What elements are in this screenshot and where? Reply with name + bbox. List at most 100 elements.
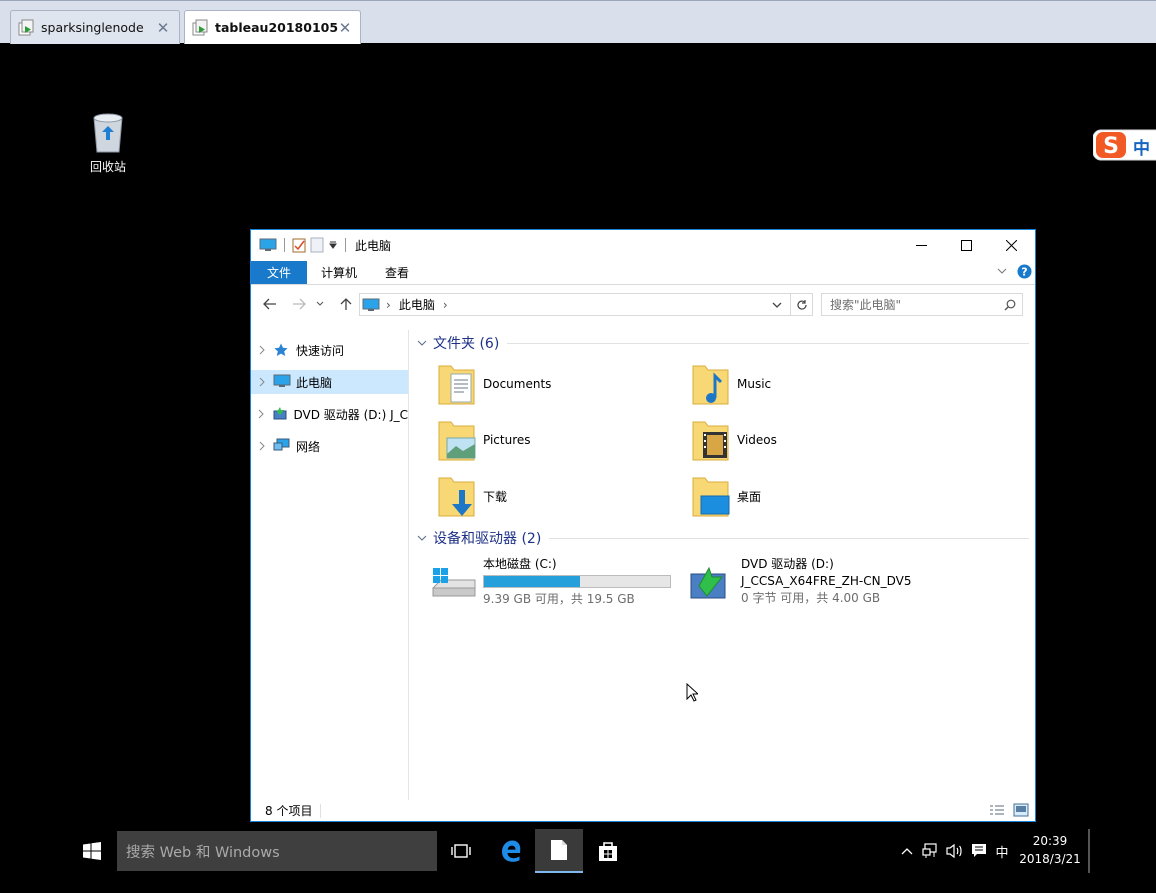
pictures-folder-icon — [437, 418, 477, 462]
chevron-right-icon[interactable] — [251, 441, 273, 451]
sidebar-item-network[interactable]: 网络 — [251, 434, 408, 458]
properties-icon[interactable] — [292, 237, 306, 253]
customize-qat-icon[interactable] — [328, 240, 338, 250]
chevron-down-icon[interactable] — [417, 534, 427, 542]
action-center-icon[interactable] — [968, 829, 990, 873]
item-count: 8 个项目 — [265, 804, 313, 818]
taskbar-file-explorer[interactable] — [535, 829, 583, 873]
folder-videos[interactable]: Videos — [691, 418, 777, 462]
taskbar-edge[interactable] — [487, 829, 535, 873]
sidebar-item-quick-access[interactable]: 快速访问 — [251, 338, 408, 362]
recent-locations-button[interactable] — [313, 293, 327, 315]
minimize-button[interactable] — [899, 230, 944, 260]
show-hidden-icons-button[interactable] — [897, 829, 917, 873]
folder-label: Videos — [737, 433, 777, 447]
breadcrumb-segment[interactable]: 此电脑 — [399, 296, 435, 313]
drive-dvd-d[interactable]: DVD 驱动器 (D:) J_CCSA_X64FRE_ZH-CN_DV5 0 字… — [689, 556, 911, 607]
drive-volume-label: J_CCSA_X64FRE_ZH-CN_DV5 — [741, 574, 912, 588]
network-icon — [273, 438, 291, 454]
chevron-right-icon[interactable] — [251, 409, 272, 419]
folder-label: Music — [737, 377, 772, 391]
expand-ribbon-icon[interactable] — [997, 267, 1007, 275]
forward-button[interactable] — [288, 293, 310, 315]
taskbar-store[interactable] — [584, 829, 632, 873]
divider — [345, 238, 346, 252]
breadcrumb-separator[interactable]: › — [386, 298, 391, 312]
details-view-icon[interactable] — [989, 804, 1005, 817]
group-title: 文件夹 (6) — [433, 336, 500, 352]
back-button[interactable] — [259, 293, 281, 315]
large-icons-view-icon[interactable] — [1013, 803, 1029, 817]
navigation-pane: 快速访问 此电脑 DVD 驱动器 (D:) J_C 网络 — [251, 330, 409, 800]
clock[interactable]: 20:39 2018/3/21 — [1016, 832, 1084, 868]
sidebar-item-label: 快速访问 — [296, 343, 345, 358]
address-bar[interactable]: › 此电脑 › — [359, 293, 813, 316]
chevron-right-icon[interactable] — [251, 345, 273, 355]
mouse-cursor-icon — [686, 683, 698, 702]
drive-usage-fill — [484, 576, 581, 587]
close-button[interactable] — [989, 230, 1034, 260]
address-row: › 此电脑 › 搜索"此电脑" — [251, 286, 1035, 322]
folder-desktop[interactable]: 桌面 — [691, 474, 761, 518]
drive-space: 0 字节 可用，共 4.00 GB — [741, 591, 881, 605]
search-placeholder: 搜索"此电脑" — [830, 298, 902, 312]
music-folder-icon — [691, 362, 731, 406]
breadcrumb-separator[interactable]: › — [443, 298, 448, 312]
drive-local-c[interactable]: 本地磁盘 (C:) 9.39 GB 可用，共 19.5 GB — [431, 556, 671, 608]
close-icon[interactable]: ✕ — [155, 19, 171, 37]
title-bar: 此电脑 — [251, 230, 1035, 260]
search-icon[interactable] — [1004, 299, 1016, 311]
folder-label: 桌面 — [737, 489, 762, 504]
divider — [507, 342, 1029, 344]
vm-icon — [17, 19, 35, 37]
file-explorer-window: 此电脑 文件 计算机 查看 ? › 此电脑 › 搜索"此电脑" 快速访问 此电脑… — [250, 229, 1036, 822]
help-icon[interactable]: ? — [1017, 264, 1032, 279]
drives-group-header[interactable]: 设备和驱动器 (2) — [417, 528, 1029, 548]
vm-tab-sparksinglenode[interactable]: sparksinglenode ✕ — [10, 10, 180, 44]
vm-tab-tableau20180105[interactable]: tableau20180105 ✕ — [184, 10, 361, 44]
recycle-bin-shortcut[interactable]: 回收站 — [80, 110, 136, 175]
volume-icon[interactable] — [944, 829, 966, 873]
folder-documents[interactable]: Documents — [437, 362, 551, 406]
folder-downloads[interactable]: 下载 — [437, 474, 507, 518]
edge-icon — [499, 839, 523, 863]
show-desktop-button[interactable] — [1088, 829, 1090, 873]
folder-label: Pictures — [483, 433, 531, 447]
drive-name: DVD 驱动器 (D:) — [741, 557, 834, 571]
task-view-button[interactable] — [437, 829, 485, 873]
tab-computer[interactable]: 计算机 — [307, 261, 371, 284]
tab-file[interactable]: 文件 — [251, 260, 308, 284]
chevron-down-icon[interactable] — [417, 339, 427, 347]
address-dropdown-icon[interactable] — [772, 301, 782, 309]
local-disk-icon — [431, 564, 477, 604]
sidebar-item-dvd-drive[interactable]: DVD 驱动器 (D:) J_C — [251, 402, 408, 426]
network-tray-icon[interactable] — [920, 829, 942, 873]
search-input[interactable]: 搜索"此电脑" — [821, 293, 1023, 316]
ime-indicator[interactable]: 中 — [992, 829, 1012, 873]
maximize-button[interactable] — [944, 230, 989, 260]
drive-space: 9.39 GB 可用，共 19.5 GB — [483, 592, 635, 606]
close-icon[interactable]: ✕ — [338, 19, 352, 37]
taskbar-search-input[interactable]: 搜索 Web 和 Windows — [117, 831, 437, 871]
folder-pictures[interactable]: Pictures — [437, 418, 531, 462]
vm-tab-label: tableau20180105 — [215, 20, 339, 35]
window-title: 此电脑 — [355, 238, 392, 253]
start-button[interactable] — [68, 829, 116, 873]
taskbar-search-placeholder: 搜索 Web 和 Windows — [126, 844, 280, 861]
folder-music[interactable]: Music — [691, 362, 771, 406]
folder-label: 下载 — [483, 489, 508, 504]
group-title: 设备和驱动器 (2) — [433, 531, 542, 547]
recycle-bin-icon — [88, 110, 128, 154]
refresh-icon[interactable] — [790, 294, 812, 315]
chevron-right-icon[interactable] — [251, 377, 273, 387]
folders-group-header[interactable]: 文件夹 (6) — [417, 333, 1029, 353]
computer-icon — [259, 238, 277, 252]
task-view-icon — [451, 843, 471, 859]
up-button[interactable] — [335, 293, 357, 315]
new-folder-icon[interactable] — [310, 237, 324, 253]
ime-floating-badge[interactable]: S 中 — [1093, 128, 1156, 162]
clock-time: 20:39 — [1032, 834, 1068, 848]
desktop-folder-icon — [691, 474, 731, 518]
sidebar-item-this-pc[interactable]: 此电脑 — [251, 370, 408, 394]
tab-view[interactable]: 查看 — [371, 261, 423, 284]
